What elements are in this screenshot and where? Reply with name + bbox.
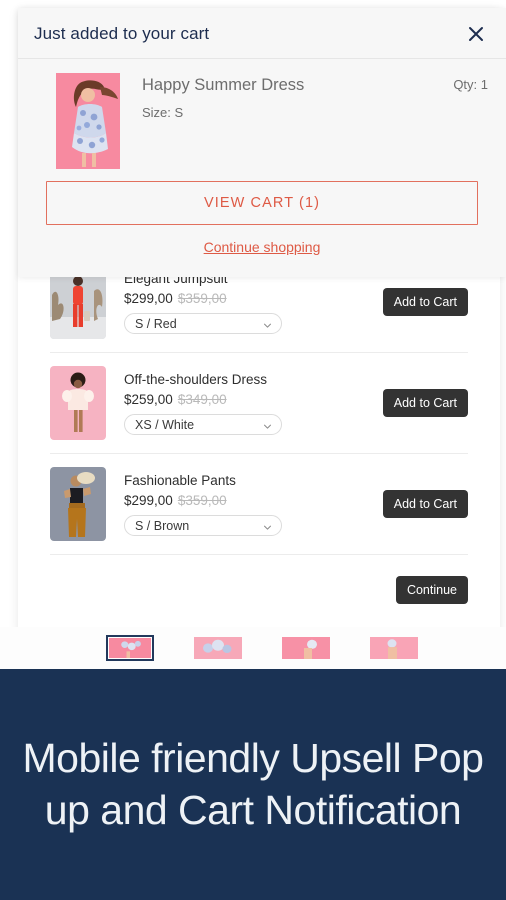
product-info: Fashionable Pants $299,00 $359,00 S / Bro… (106, 472, 373, 537)
cart-notification-body: Happy Summer Dress Size: S Qty: 1 (18, 59, 506, 169)
cart-product-details: Happy Summer Dress Size: S (120, 73, 453, 169)
close-icon[interactable] (466, 24, 486, 44)
product-info: Elegant Jumpsuit $299,00 $359,00 S / Red (106, 270, 373, 335)
banner-headline: Mobile friendly Upsell Pop up and Cart N… (22, 734, 484, 833)
marketing-banner: Mobile friendly Upsell Pop up and Cart N… (0, 668, 506, 900)
upsell-footer: Continue (50, 554, 468, 617)
thumbnail-strip-item-2[interactable] (194, 637, 242, 659)
cart-product-variant: Size: S (142, 105, 184, 121)
product-thumbnail-fashionable-pants (50, 467, 106, 541)
continue-shopping-link[interactable]: Continue shopping (46, 239, 478, 255)
cart-notification-popup: Just added to your cart Happy Summer Dre… (18, 8, 506, 277)
variant-select-value: S / Brown (135, 518, 190, 533)
product-compare-price: $349,00 (177, 392, 227, 407)
product-price: $259,00 (124, 392, 173, 407)
add-to-cart-button-off-the-shoulders-dress[interactable]: Add to Cart (382, 388, 468, 418)
cart-product-quantity: Qty: 1 (453, 77, 488, 92)
product-thumbnail-strip (0, 627, 506, 669)
product-compare-price: $359,00 (177, 493, 227, 508)
add-to-cart-wrapper: Add to Cart (373, 388, 468, 418)
chevron-down-icon (263, 420, 272, 429)
cart-notification-header: Just added to your cart (18, 8, 506, 59)
product-price: $299,00 (124, 291, 173, 306)
add-to-cart-button-fashionable-pants[interactable]: Add to Cart (382, 489, 468, 519)
variant-select-fashionable-pants[interactable]: S / Brown (124, 515, 282, 537)
upsell-product-list: Elegant Jumpsuit $299,00 $359,00 S / Red … (18, 251, 500, 617)
cart-notification-actions: VIEW CART (1) Continue shopping (18, 169, 506, 277)
product-price: $299,00 (124, 493, 173, 508)
product-name: Off-the-shoulders Dress (124, 371, 268, 387)
add-to-cart-wrapper: Add to Cart (373, 489, 468, 519)
add-to-cart-wrapper: Add to Cart (373, 287, 468, 317)
product-price-group: $299,00 $359,00 (124, 290, 373, 308)
thumbnail-strip-item-1[interactable] (106, 635, 154, 661)
page-title: Just added to your cart (34, 24, 210, 43)
variant-select-value: XS / White (135, 417, 195, 432)
table-row: Fashionable Pants $299,00 $359,00 S / Bro… (50, 453, 468, 554)
variant-select-elegant-jumpsuit[interactable]: S / Red (124, 313, 282, 335)
chevron-down-icon (263, 521, 272, 530)
product-price-group: $299,00 $359,00 (124, 492, 373, 510)
product-info: Off-the-shoulders Dress $259,00 $349,00 X… (106, 371, 373, 436)
table-row: Off-the-shoulders Dress $259,00 $349,00 X… (50, 352, 468, 453)
cart-product-name: Happy Summer Dress (142, 76, 305, 94)
thumbnail-strip-item-4[interactable] (370, 637, 418, 659)
product-price-group: $259,00 $349,00 (124, 391, 373, 409)
product-compare-price: $359,00 (177, 291, 227, 306)
continue-button[interactable]: Continue (395, 576, 468, 605)
view-cart-button[interactable]: VIEW CART (1) (46, 181, 478, 225)
product-thumbnail-off-the-shoulders-dress (50, 366, 106, 440)
variant-select-off-the-shoulders-dress[interactable]: XS / White (124, 414, 282, 436)
add-to-cart-button-elegant-jumpsuit[interactable]: Add to Cart (382, 287, 468, 317)
thumbnail-strip-item-3[interactable] (282, 637, 330, 659)
product-name: Fashionable Pants (124, 472, 236, 488)
variant-select-value: S / Red (135, 316, 177, 331)
cart-product-thumbnail (56, 73, 120, 169)
chevron-down-icon (263, 319, 272, 328)
